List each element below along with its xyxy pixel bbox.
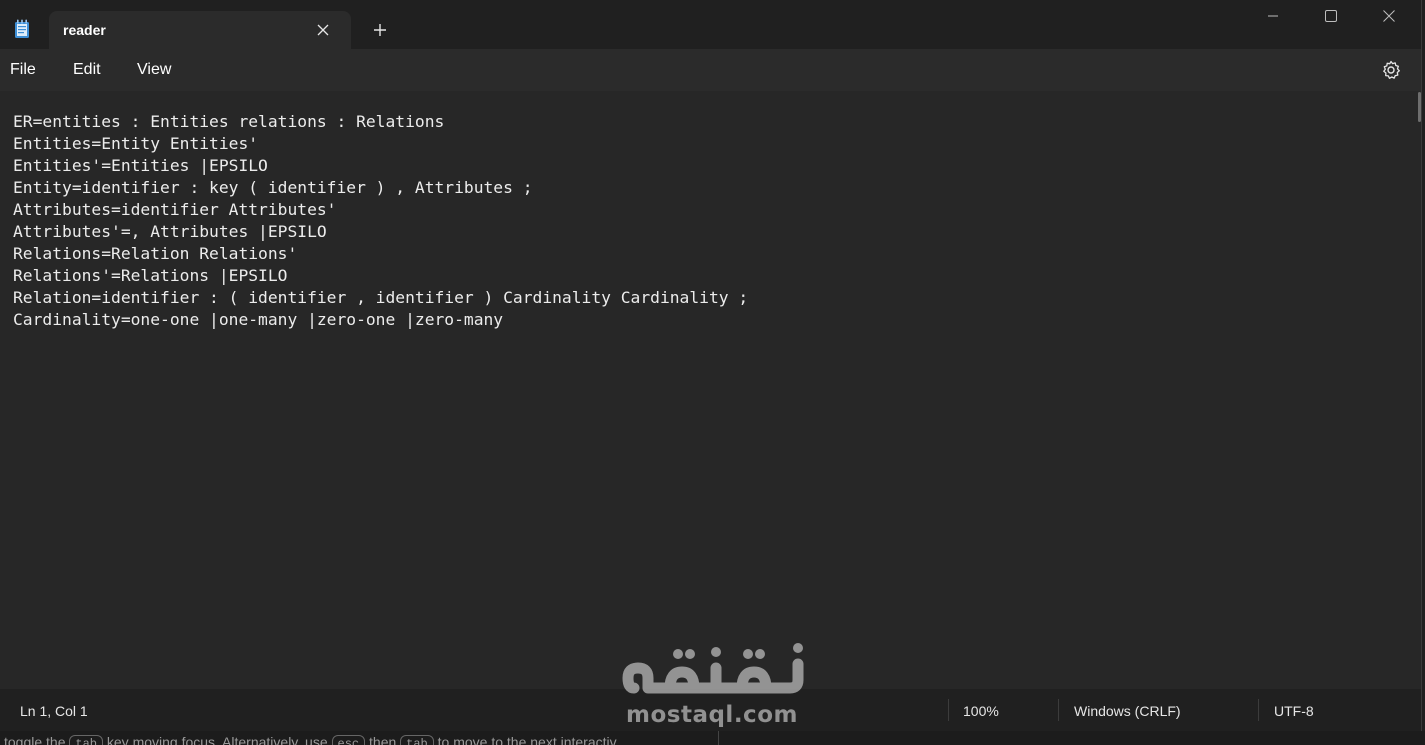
editor-line: Relations=Relation Relations' [13, 244, 298, 263]
status-divider [948, 699, 949, 721]
maximize-button[interactable] [1302, 0, 1360, 32]
editor-line: Entities=Entity Entities' [13, 134, 259, 153]
background-page-strip: toggle the tab key moving focus. Alterna… [0, 731, 1425, 745]
vertical-scrollbar[interactable] [1417, 91, 1421, 689]
maximize-icon [1325, 10, 1337, 22]
encoding: UTF-8 [1274, 703, 1314, 719]
line-ending: Windows (CRLF) [1074, 703, 1181, 719]
editor-line: Cardinality=one-one |one-many |zero-one … [13, 310, 504, 329]
editor-line: Attributes=identifier Attributes' [13, 200, 337, 219]
title-bar: reader [0, 0, 1421, 49]
hint-text: toggle the [4, 734, 66, 745]
minimize-button[interactable] [1244, 0, 1302, 32]
menu-view[interactable]: View [137, 61, 171, 79]
editor-content[interactable]: ER=entities : Entities relations : Relat… [13, 111, 748, 331]
new-tab-plus-icon[interactable] [370, 20, 390, 40]
status-divider [1258, 699, 1259, 721]
hint-text: to move to the next interactiv [437, 734, 617, 745]
mostaql-watermark-logo: mostaql.com [620, 640, 805, 730]
editor-line: Relations'=Relations |EPSILO [13, 266, 288, 285]
text-editor[interactable]: ER=entities : Entities relations : Relat… [0, 91, 1417, 689]
status-divider [1058, 699, 1059, 721]
close-window-button[interactable] [1360, 0, 1418, 32]
menu-bar: File Edit View [0, 49, 1421, 91]
notepad-icon [14, 19, 30, 39]
notepad-window: reader File Edit View ER=entities: Enti… [0, 0, 1422, 731]
editor-line: Relation=identifier : ( identifier , ide… [13, 288, 749, 307]
editor-line: ER=entities : Entities relations : Relat… [13, 112, 445, 131]
editor-line: Entities'=Entities |EPSILO [13, 156, 268, 175]
hint-text: key moving focus. Alternatively, use [106, 734, 328, 745]
kbd-key: tab [69, 735, 103, 745]
hint-text: then [369, 734, 397, 745]
minimize-icon [1268, 15, 1278, 17]
keyboard-hint-text: toggle the tab key moving focus. Alterna… [4, 732, 718, 745]
menu-file[interactable]: File [10, 61, 36, 79]
editor-line: Attributes'=, Attributes |EPSILO [13, 222, 327, 241]
zoom-level: 100% [963, 703, 999, 719]
tab-close-icon[interactable] [313, 20, 333, 40]
tab-title: reader [63, 22, 106, 38]
kbd-key: esc [331, 735, 366, 745]
scrollbar-thumb[interactable] [1418, 92, 1421, 122]
cursor-position: Ln 1, Col 1 [20, 703, 88, 719]
kbd-key: tab [400, 735, 434, 745]
settings-gear-icon[interactable] [1380, 59, 1402, 81]
watermark-text: mostaql.com [626, 702, 798, 728]
menu-edit[interactable]: Edit [73, 61, 101, 79]
tab-reader[interactable]: reader [49, 11, 351, 49]
divider [718, 731, 719, 745]
arabic-logo-glyph [622, 643, 804, 694]
close-icon [1383, 10, 1395, 22]
editor-line: Entity=identifier : key ( identifier ) ,… [13, 178, 533, 197]
